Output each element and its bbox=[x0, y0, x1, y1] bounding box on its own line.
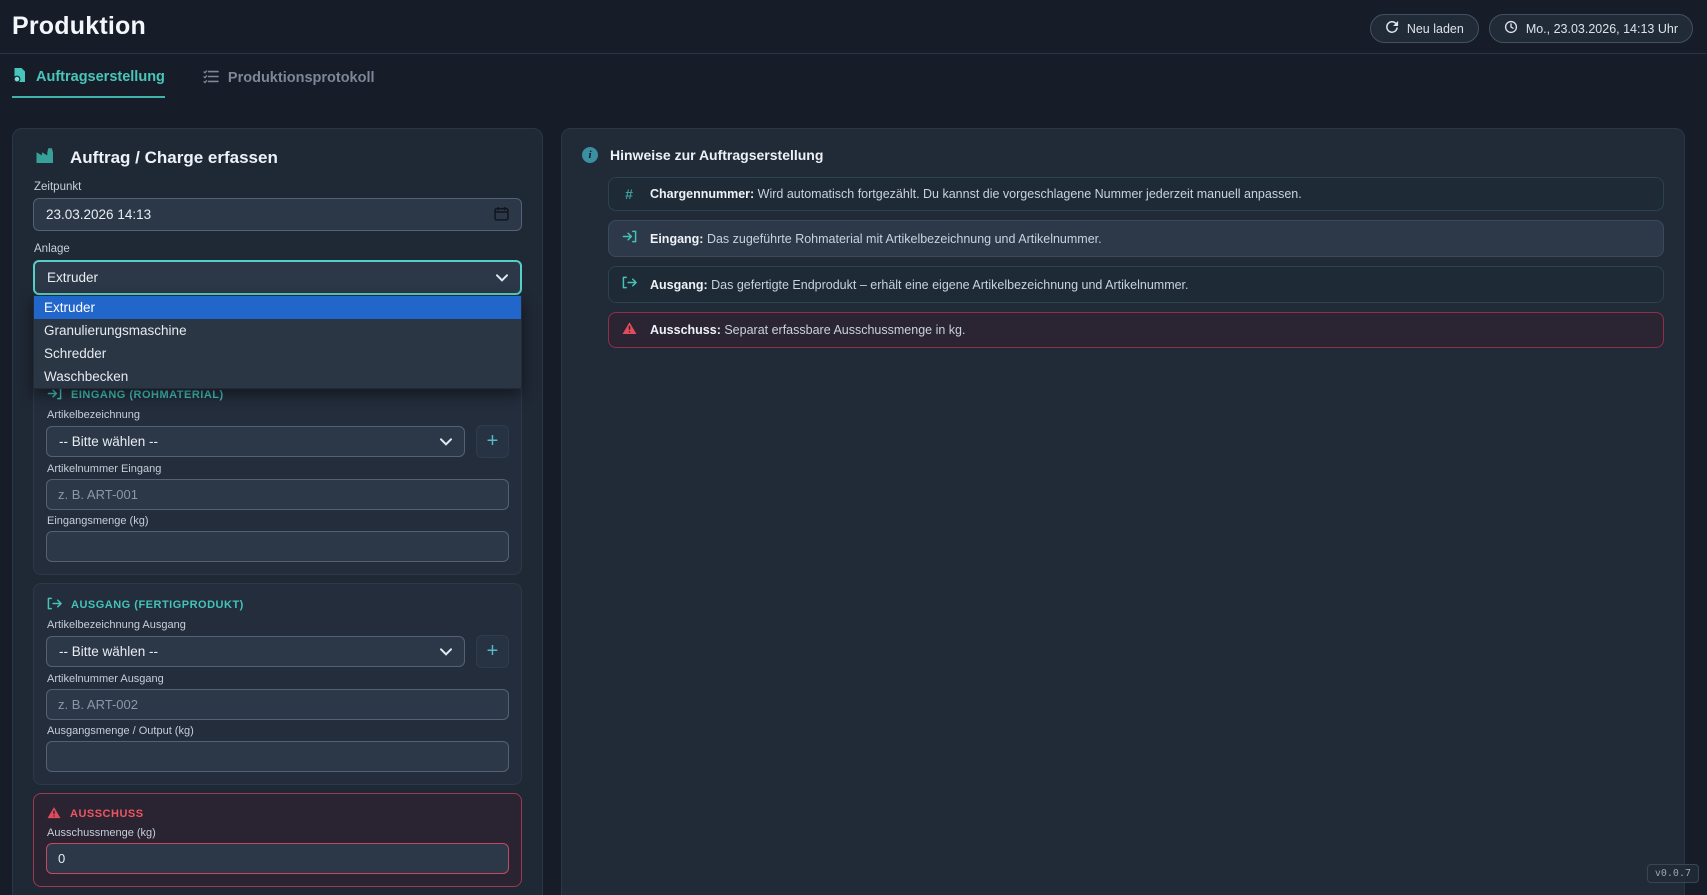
eingang-artikelbezeichnung-value: -- Bitte wählen -- bbox=[59, 434, 158, 449]
reload-button-label: Neu laden bbox=[1407, 22, 1464, 36]
warning-icon bbox=[47, 806, 61, 822]
ausschuss-menge-input[interactable] bbox=[46, 843, 509, 874]
ausgang-add-article-button[interactable]: + bbox=[476, 635, 509, 668]
hint-ausschuss: Ausschuss: Separat erfassbare Ausschussm… bbox=[608, 312, 1664, 348]
version-badge: v0.0.7 bbox=[1647, 864, 1699, 883]
ausgang-section: AUSGANG (FERTIGPRODUKT) Artikelbezeichnu… bbox=[33, 583, 522, 785]
eingang-artikelbezeichnung-select[interactable]: -- Bitte wählen -- bbox=[46, 426, 465, 457]
eingang-menge-input[interactable] bbox=[46, 531, 509, 562]
eingang-artikelnummer-label: Artikelnummer Eingang bbox=[47, 463, 509, 476]
ausgang-select-row: -- Bitte wählen -- + bbox=[46, 635, 509, 668]
eingang-section: EINGANG (ROHMATERIAL) Artikelbezeichnung… bbox=[33, 373, 522, 575]
chevron-down-icon bbox=[440, 434, 452, 449]
eingang-add-article-button[interactable]: + bbox=[476, 425, 509, 458]
form-title-row: Auftrag / Charge erfassen bbox=[35, 147, 522, 169]
main-content: Auftrag / Charge erfassen Zeitpunkt 23.0… bbox=[0, 98, 1707, 895]
plus-icon: + bbox=[487, 640, 499, 663]
tab-label: Produktionsprotokoll bbox=[228, 70, 375, 86]
app-header: Produktion Neu laden Mo., 23.03.2026, 14… bbox=[0, 0, 1707, 54]
dropdown-option-waschbecken[interactable]: Waschbecken bbox=[34, 365, 521, 388]
ausgang-menge-label: Ausgangsmenge / Output (kg) bbox=[47, 725, 509, 738]
ausgang-artikelbezeichnung-select[interactable]: -- Bitte wählen -- bbox=[46, 636, 465, 667]
hints-title: Hinweise zur Auftragserstellung bbox=[610, 147, 823, 163]
current-datetime-label: Mo., 23.03.2026, 14:13 Uhr bbox=[1526, 22, 1678, 36]
ausgang-menge-input[interactable] bbox=[46, 741, 509, 772]
factory-icon bbox=[35, 147, 56, 169]
chevron-down-icon bbox=[496, 270, 508, 285]
hint-list: # Chargennummer: Wird automatisch fortge… bbox=[608, 177, 1664, 348]
ausschuss-section: AUSSCHUSS Ausschussmenge (kg) bbox=[33, 793, 522, 887]
ausgang-artikelnummer-label: Artikelnummer Ausgang bbox=[47, 673, 509, 686]
hints-title-row: i Hinweise zur Auftragserstellung bbox=[582, 147, 1664, 163]
info-icon: i bbox=[582, 147, 598, 163]
zeitpunkt-value: 23.03.2026 14:13 bbox=[46, 207, 151, 222]
header-actions: Neu laden Mo., 23.03.2026, 14:13 Uhr bbox=[1370, 14, 1693, 43]
current-datetime-button[interactable]: Mo., 23.03.2026, 14:13 Uhr bbox=[1489, 14, 1693, 43]
hint-eingang: Eingang: Das zugeführte Rohmaterial mit … bbox=[608, 220, 1664, 257]
hash-icon: # bbox=[621, 186, 637, 202]
tab-label: Auftragserstellung bbox=[36, 69, 165, 85]
dropdown-option-schredder[interactable]: Schredder bbox=[34, 342, 521, 365]
file-badge-icon bbox=[12, 67, 27, 87]
hint-text: Chargennummer: Wird automatisch fortgezä… bbox=[650, 186, 1302, 202]
reload-button[interactable]: Neu laden bbox=[1370, 14, 1479, 43]
tab-produktionsprotokoll[interactable]: Produktionsprotokoll bbox=[203, 67, 375, 98]
ausschuss-section-header: AUSSCHUSS bbox=[47, 806, 509, 822]
anlage-dropdown: Extruder Granulierungsmaschine Schredder… bbox=[33, 295, 522, 389]
warning-icon bbox=[621, 321, 637, 339]
tab-bar: Auftragserstellung Produktionsprotokoll bbox=[0, 54, 1707, 98]
arrow-out-icon bbox=[47, 596, 62, 614]
ausgang-section-header: AUSGANG (FERTIGPRODUKT) bbox=[47, 596, 509, 614]
eingang-header-label: EINGANG (ROHMATERIAL) bbox=[71, 389, 224, 401]
tab-auftragserstellung[interactable]: Auftragserstellung bbox=[12, 67, 165, 98]
ausgang-artikelnummer-input[interactable] bbox=[46, 689, 509, 720]
hint-text: Ausgang: Das gefertigte Endprodukt – erh… bbox=[650, 277, 1189, 293]
anlage-select-wrap: Extruder Extruder Granulierungsmaschine … bbox=[33, 260, 522, 295]
anlage-label: Anlage bbox=[34, 243, 522, 256]
clock-icon bbox=[1504, 20, 1518, 37]
zeitpunkt-input[interactable]: 23.03.2026 14:13 bbox=[33, 198, 522, 231]
ausgang-artikelbezeichnung-label: Artikelbezeichnung Ausgang bbox=[47, 619, 509, 632]
ausgang-header-label: AUSGANG (FERTIGPRODUKT) bbox=[71, 599, 244, 611]
eingang-artikelnummer-input[interactable] bbox=[46, 479, 509, 510]
order-form-card: Auftrag / Charge erfassen Zeitpunkt 23.0… bbox=[12, 128, 543, 895]
plus-icon: + bbox=[487, 430, 499, 453]
ausgang-artikelbezeichnung-value: -- Bitte wählen -- bbox=[59, 644, 158, 659]
hints-card: i Hinweise zur Auftragserstellung # Char… bbox=[561, 128, 1685, 895]
form-title: Auftrag / Charge erfassen bbox=[70, 148, 278, 168]
page-title: Produktion bbox=[12, 12, 146, 41]
zeitpunkt-label: Zeitpunkt bbox=[34, 181, 522, 194]
eingang-menge-label: Eingangsmenge (kg) bbox=[47, 515, 509, 528]
arrow-out-icon bbox=[621, 275, 637, 294]
arrow-in-icon bbox=[621, 229, 637, 248]
hint-text: Eingang: Das zugeführte Rohmaterial mit … bbox=[650, 231, 1102, 247]
hint-chargennummer: # Chargennummer: Wird automatisch fortge… bbox=[608, 177, 1664, 211]
dropdown-option-granulierungsmaschine[interactable]: Granulierungsmaschine bbox=[34, 319, 521, 342]
eingang-artikelbezeichnung-label: Artikelbezeichnung bbox=[47, 409, 509, 422]
list-check-icon bbox=[203, 69, 219, 88]
hint-ausgang: Ausgang: Das gefertigte Endprodukt – erh… bbox=[608, 266, 1664, 303]
eingang-select-row: -- Bitte wählen -- + bbox=[46, 425, 509, 458]
ausschuss-menge-label: Ausschussmenge (kg) bbox=[47, 827, 509, 840]
hint-text: Ausschuss: Separat erfassbare Ausschussm… bbox=[650, 322, 965, 338]
calendar-icon[interactable] bbox=[494, 206, 509, 224]
anlage-select[interactable]: Extruder bbox=[33, 260, 522, 295]
refresh-icon bbox=[1385, 20, 1399, 37]
chevron-down-icon bbox=[440, 644, 452, 659]
ausschuss-header-label: AUSSCHUSS bbox=[70, 808, 144, 820]
anlage-selected-value: Extruder bbox=[47, 270, 98, 285]
dropdown-option-extruder[interactable]: Extruder bbox=[34, 296, 521, 319]
